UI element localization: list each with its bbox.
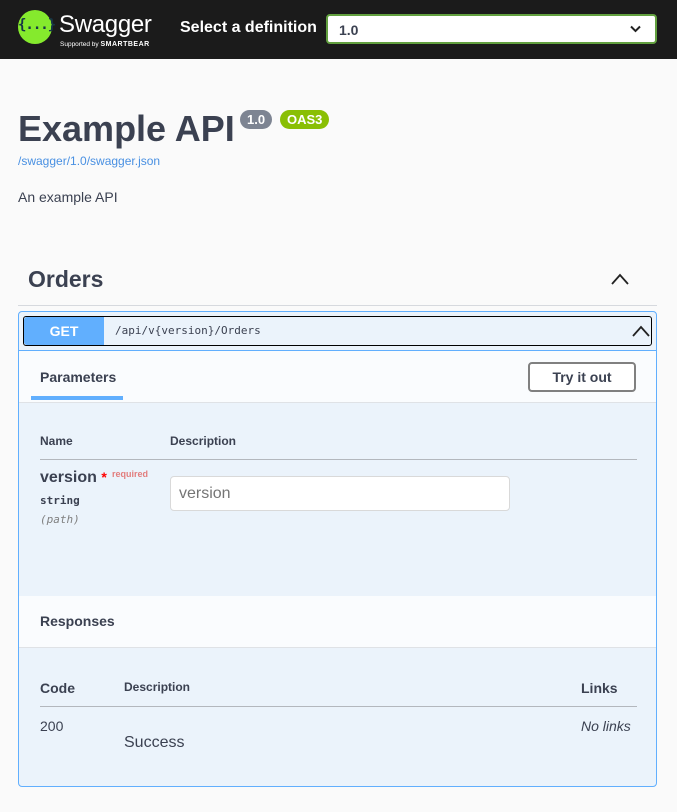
response-links: No links [581,718,631,734]
parameters-header: Parameters Try it out [19,351,656,402]
param-col-description: Description [170,434,237,448]
param-col-name: Name [40,434,73,448]
version-input[interactable] [170,476,510,511]
param-table-divider [40,459,637,460]
operation-get-orders: GET /api/v{version}/Orders Parameters Tr… [18,311,657,787]
oas-badge: OAS3 [280,110,330,129]
operation-summary[interactable]: GET /api/v{version}/Orders [23,316,652,346]
topbar: {...} Swagger Supported by SMARTBEAR Sel… [0,0,677,59]
api-title: Example API [18,108,235,149]
param-location: (path) [40,513,80,526]
chevron-up-icon[interactable] [631,324,651,338]
param-type: string [40,494,80,507]
swagger-logo-icon: {...} [18,10,56,44]
parameters-header-divider [19,402,656,403]
definition-select-value: 1.0 [339,22,359,38]
swagger-logo-subtitle: Supported by SMARTBEAR [60,41,150,48]
param-required-label: required [112,469,149,479]
operation-path: /api/v{version}/Orders [115,324,261,337]
resp-table-divider [40,706,637,707]
chevron-down-icon [630,25,641,33]
method-badge: GET [24,317,104,345]
definition-select-label: Select a definition [180,19,317,36]
swagger-logo-mark: {...} [18,17,56,33]
spec-link[interactable]: /swagger/1.0/swagger.json [18,154,160,168]
version-badge: 1.0 [240,110,273,129]
param-name: version * [40,469,107,487]
tag-divider [18,305,657,306]
response-code: 200 [40,718,64,734]
param-required-star: * [101,469,107,485]
response-description: Success [124,734,185,751]
swagger-logo[interactable]: {...} Swagger Supported by SMARTBEAR [18,10,158,50]
api-description: An example API [18,189,118,205]
try-it-out-button[interactable]: Try it out [528,362,636,392]
chevron-up-icon[interactable] [610,272,630,286]
responses-title: Responses [40,613,115,629]
logo-sub-brand: SMARTBEAR [100,41,150,48]
resp-col-description: Description [124,680,191,694]
parameters-tab-underline [31,396,123,400]
parameters-tab[interactable]: Parameters [40,369,116,385]
definition-select[interactable]: 1.0 [326,14,657,44]
logo-sub-prefix: Supported by [60,41,99,48]
tag-orders-title[interactable]: Orders [28,266,103,293]
resp-col-code: Code [40,680,75,696]
responses-header: Responses [19,596,656,647]
resp-col-links: Links [581,680,618,696]
swagger-logo-text: Swagger [59,11,152,38]
param-name-text: version [40,469,97,486]
responses-header-divider [19,647,656,648]
